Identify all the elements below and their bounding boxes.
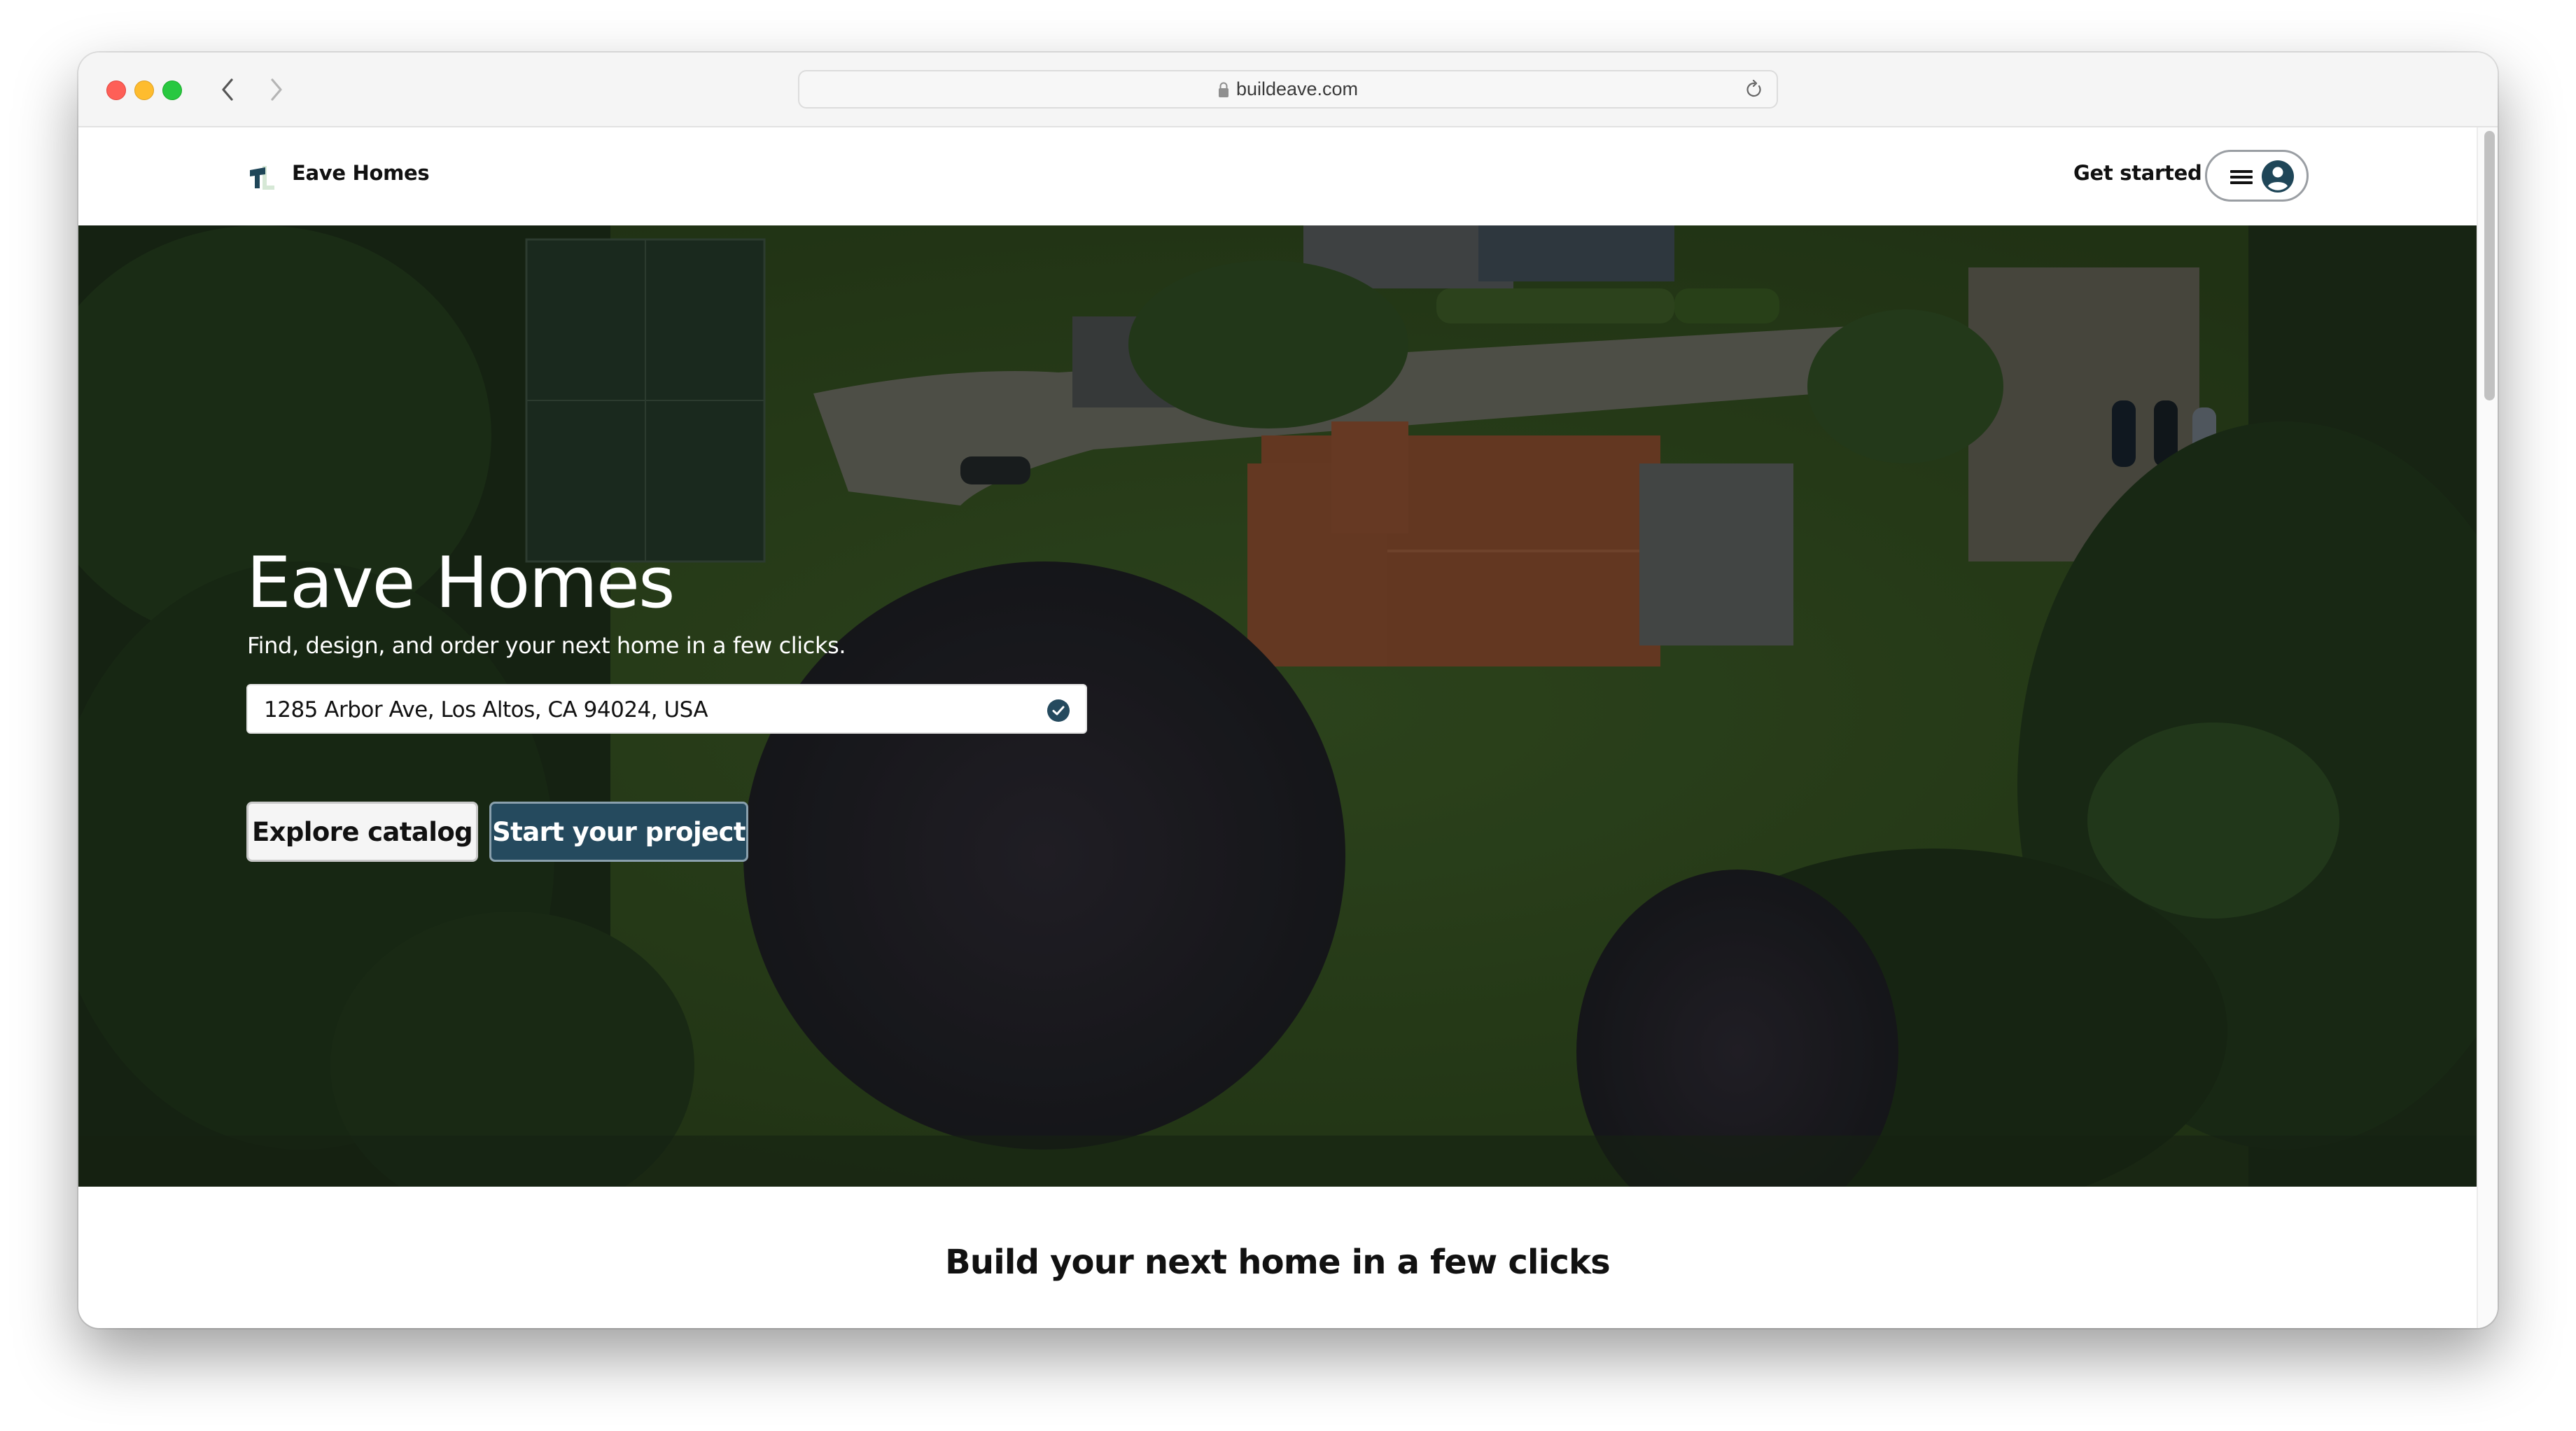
section-title: Build your next home in a few clicks	[945, 1243, 1611, 1282]
address-input[interactable]: 1285 Arbor Ave, Los Altos, CA 94024, USA	[246, 684, 1087, 734]
back-button[interactable]	[217, 74, 238, 106]
scrollbar[interactable]	[2477, 127, 2498, 1328]
get-started-link[interactable]: Get started	[2073, 161, 2202, 185]
close-window-button[interactable]	[106, 81, 126, 100]
explore-catalog-button[interactable]: Explore catalog	[246, 802, 478, 862]
maximize-window-button[interactable]	[162, 81, 182, 100]
check-circle-icon	[1047, 699, 1070, 722]
minimize-window-button[interactable]	[134, 81, 154, 100]
chevron-right-icon	[271, 78, 282, 101]
user-avatar-icon	[2262, 160, 2294, 193]
scrollbar-thumb[interactable]	[2484, 131, 2495, 400]
hero-section: Eave Homes Find, design, and order your …	[78, 225, 2477, 1187]
hero-subtitle: Find, design, and order your next home i…	[247, 632, 846, 659]
site-header: Eave Homes Get started	[78, 127, 2477, 225]
url-text: buildeave.com	[1236, 78, 1359, 99]
lock-icon	[1218, 82, 1228, 97]
eave-logo-icon[interactable]	[248, 163, 275, 190]
address-bar[interactable]: buildeave.com	[798, 70, 1778, 109]
hamburger-icon	[2230, 170, 2253, 184]
account-menu-button[interactable]	[2205, 150, 2309, 202]
browser-window: buildeave.com Eave Homes Get started Eav…	[78, 53, 2498, 1328]
forward-button[interactable]	[266, 74, 287, 106]
browser-toolbar: buildeave.com	[78, 53, 2498, 127]
brand-name[interactable]: Eave Homes	[292, 161, 430, 185]
hero-title: Eave Homes	[246, 541, 676, 624]
chevron-left-icon	[222, 78, 233, 101]
start-project-button[interactable]: Start your project	[489, 802, 748, 862]
reload-icon[interactable]	[1744, 80, 1764, 99]
address-value: 1285 Arbor Ave, Los Altos, CA 94024, USA	[264, 697, 708, 723]
